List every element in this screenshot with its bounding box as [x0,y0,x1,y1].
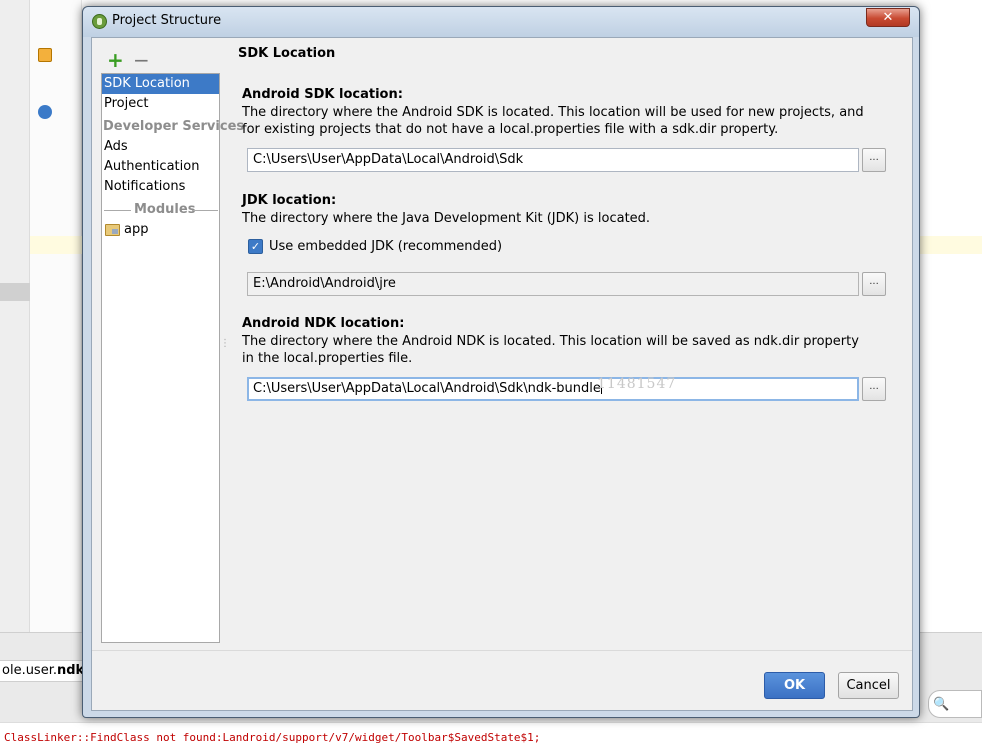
sdk-path-field[interactable]: C:\Users\User\AppData\Local\Android\Sdk [247,148,859,172]
override-icon [38,48,52,62]
jdk-browse-button[interactable]: ... [862,272,886,296]
module-label: app [124,222,149,237]
ndk-section-title: Android NDK location: [242,316,405,331]
watermark: 11481547 [597,376,677,392]
gutter-marker [0,283,30,301]
log-line: ClassLinker::FindClass not found:Landroi… [0,722,982,744]
ndk-path-value: C:\Users\User\AppData\Local\Android\Sdk\… [253,381,601,396]
dialog-content: + − SDK Location Project Developer Servi… [91,37,913,711]
add-icon[interactable]: + [107,50,124,70]
sidebar-group-developer-services: Developer Services [103,119,245,134]
sidebar-item-ads[interactable]: Ads [102,137,219,157]
splitter-handle[interactable]: ⋮ [220,338,230,349]
android-studio-icon [92,14,107,29]
search-icon: 🔍 [933,697,950,712]
ndk-browse-button[interactable]: ... [862,377,886,401]
panel-title: SDK Location [238,46,336,61]
embedded-jdk-checkbox[interactable]: ✓ [248,239,263,254]
sidebar-item-project[interactable]: Project [102,94,219,114]
button-bar-divider [92,650,912,651]
settings-sidebar: SDK Location Project Developer Services … [101,73,245,643]
sidebar-item-notifications[interactable]: Notifications [102,177,219,197]
jdk-path-field: E:\Android\Android\jre [247,272,859,296]
sidebar-item-app[interactable]: app [102,220,219,240]
ndk-path-field[interactable]: C:\Users\User\AppData\Local\Android\Sdk\… [247,377,859,401]
implements-icon [38,105,52,119]
close-button[interactable]: ✕ [866,8,910,27]
sidebar-group-modules: Modules [102,200,219,220]
dialog-titlebar[interactable]: Project Structure ✕ [83,7,919,37]
editor-gutter [0,0,30,632]
divider [192,210,218,211]
ok-button[interactable]: OK [764,672,825,699]
sdk-browse-button[interactable]: ... [862,148,886,172]
modules-label: Modules [134,202,196,217]
sdk-section-title: Android SDK location: [242,87,403,102]
remove-icon[interactable]: − [133,50,150,70]
editor-tab[interactable]: ole.user.ndkte [0,660,84,682]
editor-line-gutter [30,0,82,632]
cancel-button[interactable]: Cancel [838,672,899,699]
sdk-description: The directory where the Android SDK is l… [242,105,864,137]
sidebar-item-sdk-location[interactable]: SDK Location [102,74,219,94]
divider [104,210,131,211]
jdk-section-title: JDK location: [242,193,337,208]
jdk-description: The directory where the Java Development… [242,211,651,226]
ndk-description: The directory where the Android NDK is l… [242,334,859,366]
sidebar-item-authentication[interactable]: Authentication [102,157,219,177]
project-structure-dialog: Project Structure ✕ + − SDK Location Pro… [82,6,920,718]
module-folder-icon [105,224,120,236]
embedded-jdk-label[interactable]: Use embedded JDK (recommended) [269,239,502,254]
dialog-title: Project Structure [112,13,222,28]
